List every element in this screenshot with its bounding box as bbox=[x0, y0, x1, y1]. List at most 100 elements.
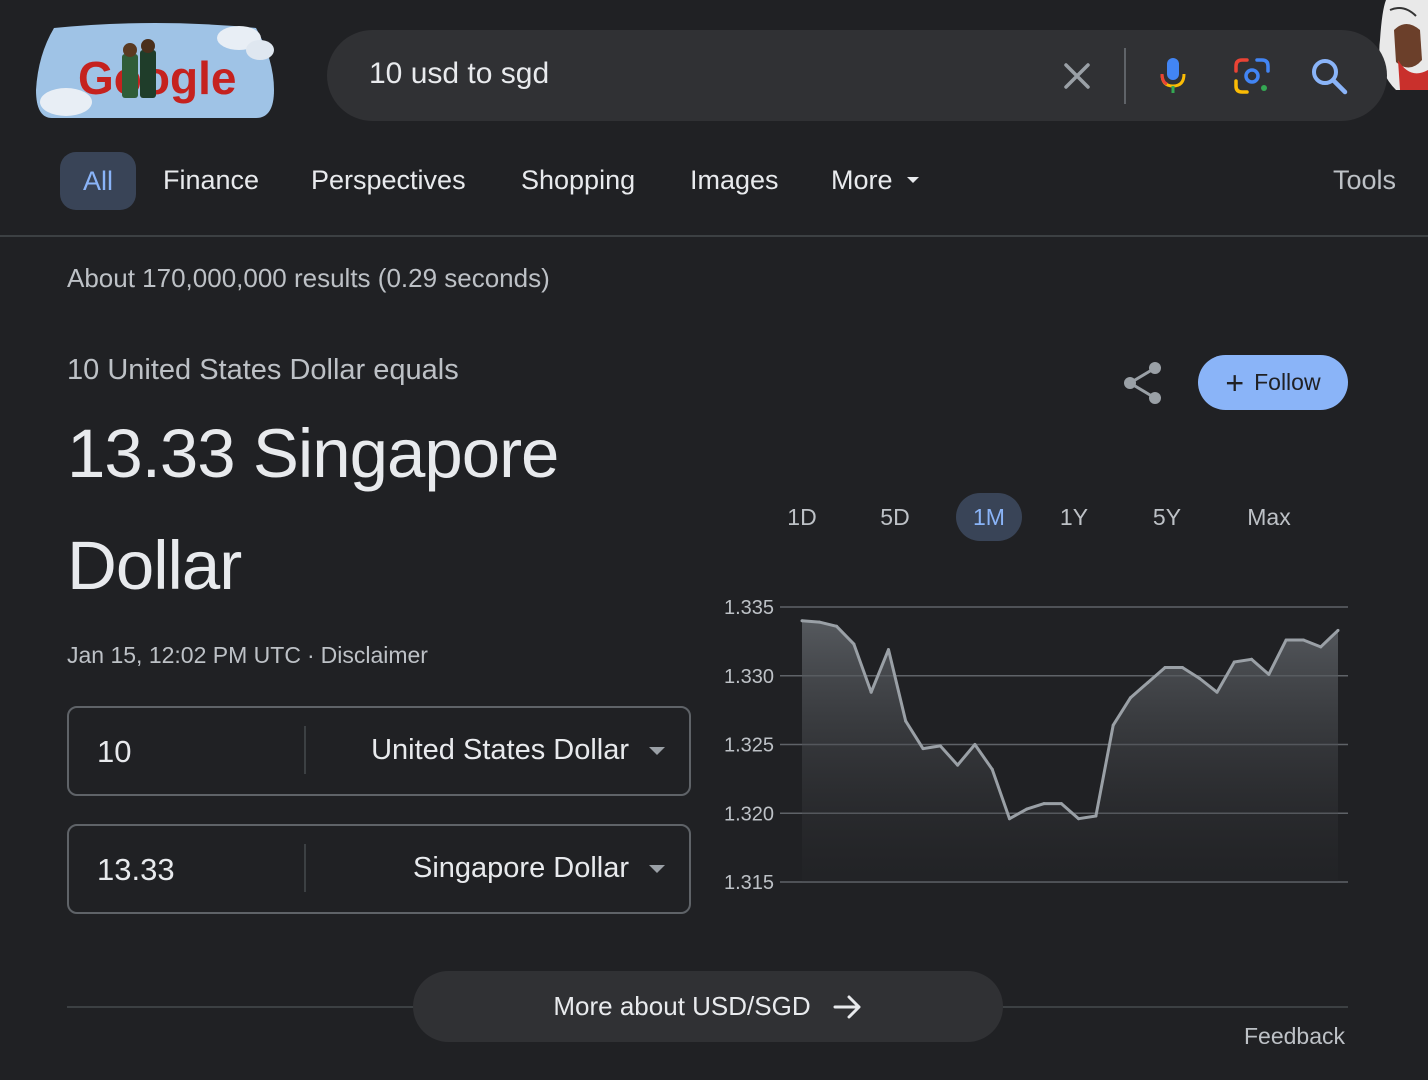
google-doodle-logo[interactable]: Google bbox=[34, 20, 276, 120]
tools-button[interactable]: Tools bbox=[1333, 150, 1396, 210]
chart-data-point bbox=[1180, 666, 1184, 669]
chart-data-point bbox=[1146, 681, 1150, 685]
chart-y-tick-label: 1.330 bbox=[724, 666, 774, 688]
chart-data-point bbox=[973, 743, 977, 746]
tab-label: All bbox=[82, 165, 113, 196]
disclaimer-link[interactable]: Disclaimer bbox=[321, 642, 428, 668]
chart-data-point bbox=[1267, 672, 1271, 676]
range-max[interactable]: Max bbox=[1238, 493, 1300, 541]
field-separator bbox=[304, 844, 306, 892]
chart-data-point bbox=[1059, 802, 1063, 806]
clear-icon[interactable] bbox=[1053, 52, 1101, 100]
chart-data-point bbox=[1042, 802, 1046, 806]
follow-button[interactable]: + Follow bbox=[1198, 355, 1348, 410]
tab-label: Images bbox=[690, 164, 779, 195]
to-amount-input[interactable]: 13.33 bbox=[97, 852, 175, 888]
search-divider bbox=[1124, 48, 1126, 104]
chart-y-tick-label: 1.325 bbox=[724, 735, 774, 757]
microphone-icon[interactable] bbox=[1149, 52, 1197, 100]
tab-shopping[interactable]: Shopping bbox=[521, 150, 635, 210]
chart-data-point bbox=[956, 763, 960, 767]
chart-data-point bbox=[886, 648, 890, 652]
range-label: 1Y bbox=[1059, 503, 1089, 530]
chart-data-point bbox=[869, 690, 873, 694]
tab-label: More bbox=[831, 164, 893, 195]
range-1d[interactable]: 1D bbox=[775, 493, 829, 541]
from-currency-select[interactable]: United States Dollar bbox=[371, 734, 629, 767]
chart-data-point bbox=[1198, 677, 1202, 680]
field-separator bbox=[304, 726, 306, 774]
range-label: 5Y bbox=[1152, 503, 1182, 530]
caret-down-icon bbox=[906, 177, 919, 183]
chart-data-point bbox=[921, 747, 925, 751]
search-tabs: All Finance Perspectives Shopping Images… bbox=[0, 150, 1428, 214]
doodle-text: Google bbox=[78, 52, 236, 104]
chart-data-point bbox=[1250, 657, 1254, 661]
tab-finance[interactable]: Finance bbox=[163, 150, 259, 210]
tab-more[interactable]: More bbox=[831, 150, 919, 210]
more-about-label: More about USD/SGD bbox=[553, 991, 811, 1021]
chart-data-point bbox=[1007, 817, 1011, 821]
chart-data-point bbox=[1301, 638, 1305, 642]
chart-area-fill bbox=[802, 620, 1338, 882]
result-stats: About 170,000,000 results (0.29 seconds) bbox=[67, 263, 550, 293]
chart-y-tick-label: 1.315 bbox=[724, 872, 774, 894]
range-1m[interactable]: 1M bbox=[956, 493, 1022, 541]
tabs-divider bbox=[0, 235, 1428, 237]
timestamp: Jan 15, 12:02 PM UTC bbox=[67, 642, 301, 668]
range-label: 1D bbox=[787, 503, 817, 530]
to-currency-select[interactable]: Singapore Dollar bbox=[413, 852, 629, 885]
chart-data-point bbox=[904, 719, 908, 723]
chart-data-point bbox=[1284, 638, 1288, 642]
equals-label: 10 United States Dollar equals bbox=[67, 354, 459, 386]
tab-perspectives[interactable]: Perspectives bbox=[311, 150, 466, 210]
timestamp-line: Jan 15, 12:02 PM UTC · Disclaimer bbox=[67, 642, 428, 669]
plus-icon: + bbox=[1225, 364, 1245, 401]
arrow-right-icon bbox=[833, 993, 863, 1021]
range-label: 5D bbox=[880, 503, 910, 530]
search-input[interactable]: 10 usd to sgd bbox=[369, 57, 549, 91]
tab-label: Finance bbox=[163, 164, 260, 195]
range-label: Max bbox=[1247, 503, 1291, 530]
range-1y[interactable]: 1Y bbox=[1046, 493, 1102, 541]
exchange-rate-chart[interactable]: 1.335 1.330 1.325 1.320 1.315 bbox=[700, 585, 1360, 905]
chart-data-point bbox=[1336, 628, 1340, 632]
range-5d[interactable]: 5D bbox=[867, 493, 923, 541]
chart-data-point bbox=[1163, 666, 1167, 669]
to-currency-field[interactable]: 13.33 Singapore Dollar bbox=[67, 824, 691, 914]
dropdown-caret-icon[interactable] bbox=[649, 747, 665, 755]
dropdown-caret-icon[interactable] bbox=[649, 865, 665, 873]
range-label: 1M bbox=[973, 503, 1005, 530]
tab-label: Perspectives bbox=[311, 164, 466, 195]
chart-data-point bbox=[938, 744, 942, 748]
from-currency-field[interactable]: 10 United States Dollar bbox=[67, 706, 691, 796]
chart-data-point bbox=[1077, 817, 1081, 821]
chart-y-tick-label: 1.320 bbox=[724, 803, 774, 825]
chart-data-point bbox=[1215, 690, 1219, 694]
chart-data-point bbox=[800, 619, 804, 623]
chart-data-point bbox=[1319, 645, 1323, 649]
chart-y-tick-label: 1.335 bbox=[724, 597, 774, 619]
chart-data-point bbox=[990, 767, 994, 771]
conversion-result: 13.33 Singapore Dollar bbox=[67, 415, 559, 604]
chart-data-point bbox=[835, 624, 839, 628]
separator-dot: · bbox=[306, 642, 315, 668]
share-icon[interactable] bbox=[1118, 358, 1168, 408]
range-5y[interactable]: 5Y bbox=[1139, 493, 1195, 541]
tab-all[interactable]: All bbox=[60, 152, 136, 210]
more-about-button[interactable]: More about USD/SGD bbox=[413, 971, 1003, 1042]
search-bar[interactable]: 10 usd to sgd bbox=[327, 30, 1387, 121]
tab-images[interactable]: Images bbox=[690, 150, 779, 210]
chart-data-point bbox=[1111, 723, 1115, 727]
feedback-link[interactable]: Feedback bbox=[1244, 1023, 1345, 1050]
search-icon[interactable] bbox=[1305, 52, 1353, 100]
tools-label: Tools bbox=[1333, 164, 1397, 195]
tab-label: Shopping bbox=[521, 164, 636, 195]
chart-data-point bbox=[1094, 814, 1098, 818]
follow-label: Follow bbox=[1254, 369, 1321, 395]
chart-data-point bbox=[1232, 660, 1236, 664]
from-amount-input[interactable]: 10 bbox=[97, 734, 131, 770]
google-lens-icon[interactable] bbox=[1228, 52, 1276, 100]
chart-data-point bbox=[1129, 696, 1133, 700]
chart-data-point bbox=[1025, 807, 1029, 811]
